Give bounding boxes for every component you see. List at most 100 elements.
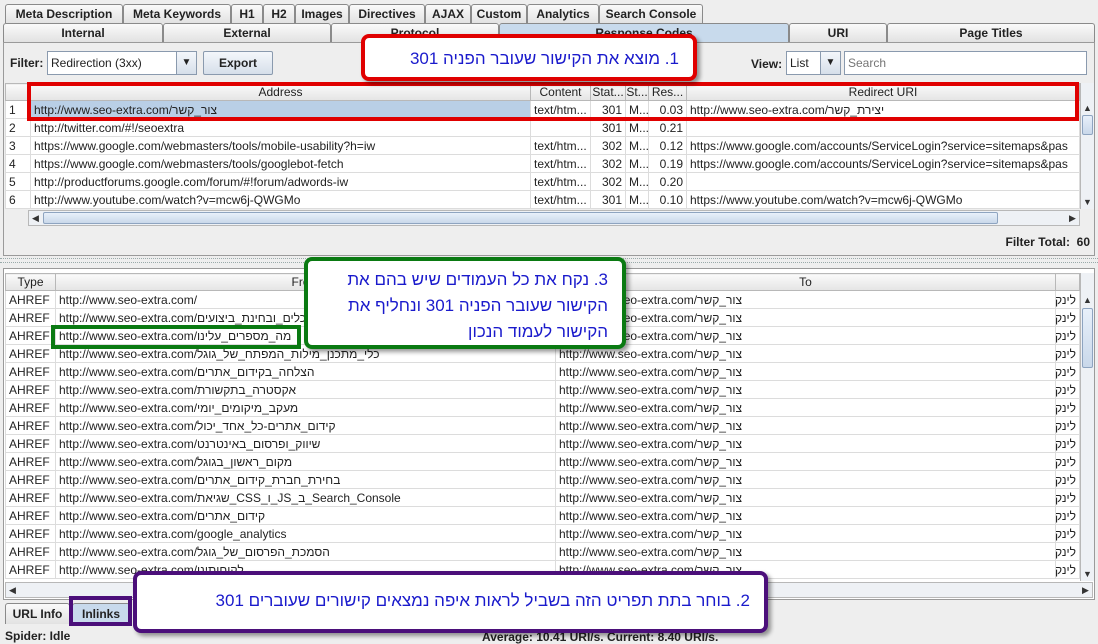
tab-external[interactable]: External: [163, 23, 331, 42]
table-row[interactable]: 3 https://www.google.com/webmasters/tools…: [5, 136, 1080, 155]
cell-status: M...: [625, 172, 649, 191]
cell-type: AHREF: [5, 344, 56, 363]
tab-inlinks[interactable]: Inlinks: [72, 603, 130, 624]
table-row[interactable]: AHREF http://www.seo-extra.com/מעקב_מיקומ…: [5, 398, 1080, 417]
cell-response-time: 0.03: [648, 100, 687, 119]
tab-images[interactable]: Images: [295, 4, 349, 23]
cell-type: AHREF: [5, 560, 56, 579]
column-header-to[interactable]: To: [555, 273, 1056, 291]
cell-to: http://www.seo-extra.com/צור_קשר: [555, 344, 1056, 363]
cell-to: http://www.seo-extra.com/צור_קשר: [555, 488, 1056, 507]
tab-meta-keywords[interactable]: Meta Keywords: [123, 4, 231, 23]
cell-row-number: 5: [5, 172, 31, 191]
column-header-redirect-uri[interactable]: Redirect URI: [686, 83, 1080, 101]
search-input[interactable]: [844, 51, 1087, 75]
cell-to: http://www.seo-extra.com/צור_קשר: [555, 416, 1056, 435]
tab-custom[interactable]: Custom: [471, 4, 527, 23]
cell-from: http://www.seo-extra.com/שיווק_ופרסום_בא…: [55, 434, 556, 453]
column-header-type[interactable]: Type: [5, 273, 56, 291]
table-row[interactable]: AHREF http://www.seo-extra.com/אקסטרה_בתק…: [5, 380, 1080, 399]
column-header-status-code[interactable]: Stat...: [590, 83, 626, 101]
cell-type: AHREF: [5, 452, 56, 471]
tab-page-titles[interactable]: Page Titles: [887, 23, 1095, 42]
cell-redirect-uri: [686, 172, 1080, 191]
arrow-right-icon: ▶: [1082, 585, 1089, 595]
cell-to: http://www.seo-extra.com/צור_קשר: [555, 380, 1056, 399]
table-row[interactable]: AHREF http://www.seo-extra.com/שגיאת_CSS_…: [5, 488, 1080, 507]
table-row[interactable]: AHREF http://www.seo-extra.com/הצלחה_בקיד…: [5, 362, 1080, 381]
column-header-response-time[interactable]: Res...: [648, 83, 687, 101]
cell-status: M...: [625, 154, 649, 173]
table-row[interactable]: AHREF http://www.seo-extra.com/שיווק_ופרס…: [5, 434, 1080, 453]
table-row[interactable]: AHREF http://www.seo-extra.com/בחירת_חברת…: [5, 470, 1080, 489]
column-header-link-type-extra[interactable]: [1055, 273, 1080, 291]
column-header-row-number[interactable]: [5, 83, 31, 101]
cell-from: http://www.seo-extra.com/קידום_אתרים-כל_…: [55, 416, 556, 435]
vertical-scrollbar[interactable]: ▲ ▼: [1080, 273, 1094, 581]
cell-from: http://www.seo-extra.com/google_analytic…: [55, 524, 556, 543]
table-row[interactable]: AHREF http://www.seo-extra.com/google_ana…: [5, 524, 1080, 543]
cell-redirect-uri: https://www.youtube.com/watch?v=mcw6j-QW…: [686, 190, 1080, 209]
tab-h2[interactable]: H2: [263, 4, 295, 23]
table-row[interactable]: AHREF http://www.seo-extra.com/הסמכת_הפרס…: [5, 542, 1080, 561]
cell-to: http://www.seo-extra.com/צור_קשר: [555, 308, 1056, 327]
tab-directives[interactable]: Directives: [349, 4, 425, 23]
arrow-left-icon: ◀: [9, 585, 16, 595]
table-row[interactable]: 2 http://twitter.com/#!/seoextra 301 M... 0.…: [5, 118, 1080, 137]
filter-dropdown[interactable]: Redirection (3xx) ▼: [47, 51, 197, 75]
tab-url-info[interactable]: URL Info: [5, 603, 70, 624]
scroll-thumb[interactable]: [43, 212, 998, 224]
cell-type: AHREF: [5, 506, 56, 525]
chevron-down-icon: ▼: [820, 52, 840, 74]
tab-ajax[interactable]: AJAX: [425, 4, 471, 23]
cell-response-time: 0.19: [648, 154, 687, 173]
table-row[interactable]: 1 http://www.seo-extra.com/צור_קשר text/ht…: [5, 100, 1080, 119]
tab-internal[interactable]: Internal: [3, 23, 163, 42]
tab-analytics[interactable]: Analytics: [527, 4, 599, 23]
table-row[interactable]: AHREF http://www.seo-extra.com/מקום_ראשון…: [5, 452, 1080, 471]
cell-status: M...: [625, 100, 649, 119]
arrow-down-icon: ▼: [1083, 569, 1092, 579]
tab-meta-description[interactable]: Meta Description: [5, 4, 123, 23]
cell-type: AHREF: [5, 542, 56, 561]
scroll-thumb[interactable]: [1082, 308, 1093, 368]
column-header-address[interactable]: Address: [30, 83, 531, 101]
cell-redirect-uri: https://www.google.com/accounts/ServiceL…: [686, 154, 1080, 173]
cell-content: text/htm...: [530, 190, 591, 209]
tab-uri[interactable]: URI: [789, 23, 887, 42]
cell-link-type-extra: לינק: [1055, 380, 1080, 399]
cell-type: AHREF: [5, 470, 56, 489]
table-row[interactable]: 6 http://www.youtube.com/watch?v=mcw6j-QW…: [5, 190, 1080, 209]
tab-search-console[interactable]: Search Console: [599, 4, 703, 23]
vertical-scrollbar[interactable]: ▲ ▼: [1080, 83, 1094, 209]
cell-type: AHREF: [5, 416, 56, 435]
cell-to: http://www.seo-extra.com/צור_קשר: [555, 326, 1056, 345]
table-row[interactable]: AHREF http://www.seo-extra.com/קידום_אתרי…: [5, 416, 1080, 435]
table-row[interactable]: 5 http://productforums.google.com/forum/#…: [5, 172, 1080, 191]
column-header-content[interactable]: Content: [530, 83, 591, 101]
cell-from: http://www.seo-extra.com/מקום_ראשון_בגוג…: [55, 452, 556, 471]
filter-value: Redirection (3xx): [51, 56, 142, 70]
cell-to: http://www.seo-extra.com/צור_קשר: [555, 524, 1056, 543]
view-dropdown[interactable]: List ▼: [786, 51, 841, 75]
cell-status-code: 302: [590, 136, 626, 155]
export-button[interactable]: Export: [203, 51, 273, 75]
cell-type: AHREF: [5, 290, 56, 309]
cell-to: http://www.seo-extra.com/צור_קשר: [555, 470, 1056, 489]
cell-link-type-extra: לינק: [1055, 470, 1080, 489]
cell-status: M...: [625, 136, 649, 155]
cell-response-time: 0.10: [648, 190, 687, 209]
cell-status-code: 301: [590, 118, 626, 137]
table-row[interactable]: AHREF http://www.seo-extra.com/קידום_אתרי…: [5, 506, 1080, 525]
tab-h1[interactable]: H1: [231, 4, 263, 23]
table-row[interactable]: 4 https://www.google.com/webmasters/tools…: [5, 154, 1080, 173]
cell-to: http://www.seo-extra.com/צור_קשר: [555, 434, 1056, 453]
cell-link-type-extra: לינק: [1055, 344, 1080, 363]
cell-link-type-extra: לינק: [1055, 560, 1080, 579]
horizontal-scrollbar[interactable]: ◀ ▶: [28, 210, 1080, 226]
column-header-status[interactable]: St...: [625, 83, 649, 101]
cell-from: http://www.seo-extra.com/הסמכת_הפרסום_של…: [55, 542, 556, 561]
cell-content: text/htm...: [530, 172, 591, 191]
arrow-up-icon: ▲: [1083, 103, 1092, 113]
scroll-thumb[interactable]: [1082, 115, 1093, 135]
